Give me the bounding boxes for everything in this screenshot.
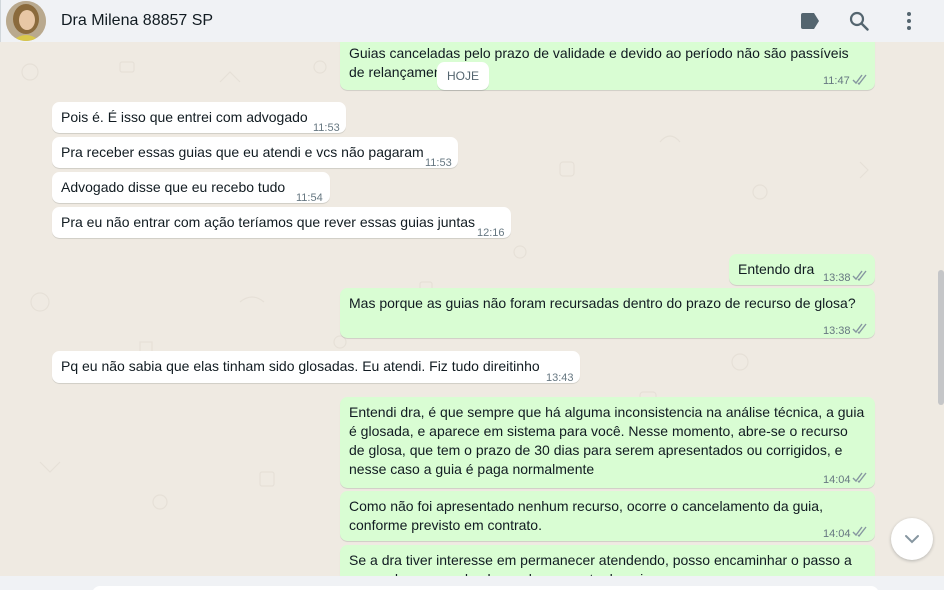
- message-time: 13:43: [546, 372, 574, 384]
- message-text: Entendi dra, é que sempre que há alguma …: [349, 404, 865, 477]
- compose-bar: [0, 576, 944, 590]
- message-input[interactable]: [92, 586, 879, 590]
- chevron-down-icon: [905, 535, 919, 544]
- message-bubble[interactable]: Entendi dra, é que sempre que há alguma …: [340, 397, 875, 488]
- message-text: Mas porque as guias não foram recursadas…: [349, 295, 856, 311]
- message-bubble[interactable]: Pq eu não sabia que elas tinham sido glo…: [52, 351, 580, 384]
- menu-icon[interactable]: [897, 9, 921, 33]
- message-time: 14:04: [823, 474, 851, 486]
- message-time: 11:54: [296, 192, 323, 204]
- message-bubble[interactable]: Guias canceladas pelo prazo de validade …: [340, 42, 875, 90]
- message-text: Se a dra tiver interesse em permanecer a…: [349, 552, 852, 576]
- message-bubble[interactable]: Mas porque as guias não foram recursadas…: [340, 288, 875, 338]
- message-bubble[interactable]: Pois é. É isso que entrei com advogado 1…: [52, 102, 346, 134]
- message-text: Pois é. É isso que entrei com advogado: [61, 109, 308, 125]
- search-icon[interactable]: [847, 9, 871, 33]
- scrollbar[interactable]: [938, 270, 944, 405]
- message-text: Pra receber essas guias que eu atendi e …: [61, 144, 424, 160]
- message-text: Entendo dra: [738, 261, 815, 277]
- date-chip: HOJE: [437, 62, 489, 90]
- scroll-to-bottom-button[interactable]: [891, 518, 933, 560]
- message-bubble[interactable]: Pra receber essas guias que eu atendi e …: [52, 137, 458, 169]
- read-ticks-icon: [852, 472, 867, 483]
- message-bubble[interactable]: Advogado disse que eu recebo tudo 11:54: [52, 172, 330, 204]
- message-time: 11:47: [823, 75, 850, 87]
- message-text: Pq eu não sabia que elas tinham sido glo…: [61, 358, 540, 374]
- chat-panel[interactable]: Guias canceladas pelo prazo de validade …: [0, 42, 944, 576]
- read-ticks-icon: [852, 270, 867, 281]
- label-icon[interactable]: [798, 9, 822, 33]
- message-time: 13:38: [823, 272, 851, 284]
- message-time: 12:16: [477, 227, 505, 239]
- message-text: Como não foi apresentado nenhum recurso,…: [349, 498, 823, 533]
- read-ticks-icon: [852, 526, 867, 537]
- message-bubble[interactable]: Como não foi apresentado nenhum recurso,…: [340, 491, 875, 541]
- message-text: Advogado disse que eu recebo tudo: [61, 179, 286, 195]
- message-time: 11:53: [425, 157, 452, 169]
- read-ticks-icon: [852, 74, 867, 85]
- message-time: 11:53: [313, 122, 340, 134]
- message-time: 13:38: [823, 325, 851, 337]
- message-bubble[interactable]: Pra eu não entrar com ação teríamos que …: [52, 207, 511, 239]
- chat-header: Dra Milena 88857 SP: [0, 0, 944, 42]
- message-bubble[interactable]: Se a dra tiver interesse em permanecer a…: [340, 545, 875, 576]
- message-bubble[interactable]: Entendo dra 13:38: [729, 254, 875, 285]
- contact-name[interactable]: Dra Milena 88857 SP: [61, 12, 213, 30]
- message-time: 14:04: [823, 528, 851, 540]
- message-text: Pra eu não entrar com ação teríamos que …: [61, 214, 475, 230]
- contact-avatar[interactable]: [6, 1, 46, 41]
- read-ticks-icon: [852, 323, 867, 334]
- message-text: Guias canceladas pelo prazo de validade …: [349, 45, 849, 80]
